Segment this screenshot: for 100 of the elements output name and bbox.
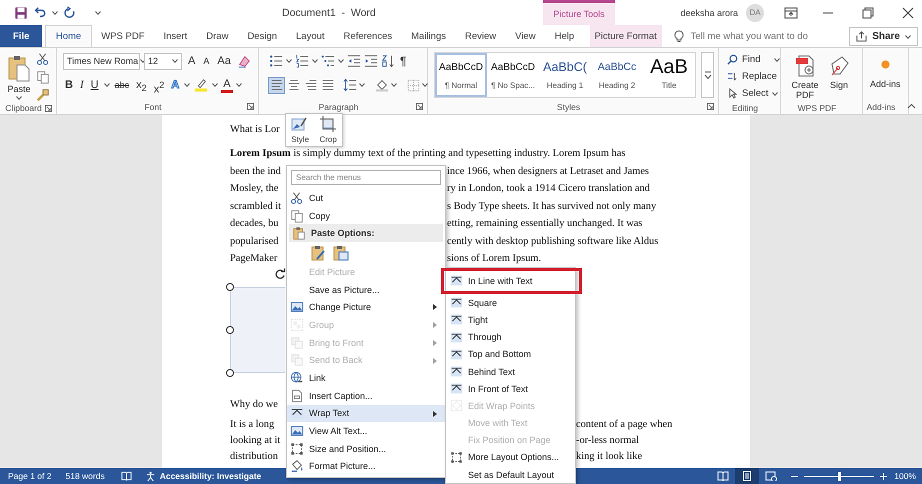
underline-button[interactable]: U <box>88 76 101 94</box>
restore-icon[interactable] <box>862 6 874 18</box>
align-right-icon[interactable] <box>303 78 318 92</box>
paste-picture-icon[interactable] <box>333 244 349 261</box>
grow-font-button[interactable]: A <box>186 52 198 70</box>
ribbon-tab[interactable]: Design <box>238 25 287 47</box>
undo-icon[interactable] <box>33 6 47 20</box>
tell-me-field[interactable]: Tell me what you want to do <box>690 30 808 42</box>
scissors-icon[interactable] <box>36 52 50 66</box>
clear-formatting-icon[interactable] <box>236 54 251 68</box>
search-field[interactable]: Search the menus <box>291 170 441 185</box>
ribbon-tab[interactable]: Picture Format <box>590 25 662 47</box>
sort-icon[interactable] <box>381 54 395 68</box>
collapse-ribbon-icon[interactable] <box>907 103 916 109</box>
select-button[interactable]: Select <box>727 86 780 101</box>
menu-item[interactable]: In Line with Text <box>446 272 575 290</box>
menu-item[interactable]: Top and Bottom <box>446 346 575 363</box>
menu-item[interactable]: Format Picture... <box>287 458 445 476</box>
italic-button[interactable]: I <box>78 76 86 94</box>
caret-icon[interactable] <box>359 83 365 87</box>
ribbon-display-icon[interactable] <box>784 6 798 18</box>
show-formatting-button[interactable]: ¶ <box>398 52 408 70</box>
shading-icon[interactable] <box>375 78 389 92</box>
menu-item[interactable]: View Alt Text... <box>287 422 445 440</box>
rotate-handle-icon[interactable] <box>274 268 286 280</box>
menu-item[interactable]: More Layout Options... <box>446 448 575 466</box>
style-gallery-item[interactable]: AaBbCcD ¶ Normal <box>435 53 487 97</box>
resize-handle[interactable] <box>226 282 234 290</box>
align-center-icon[interactable] <box>286 78 301 92</box>
style-gallery-item[interactable]: AaBbC( Heading 1 <box>539 53 591 97</box>
menu-item[interactable]: Change Picture <box>287 298 445 316</box>
bullets-icon[interactable] <box>269 54 283 68</box>
menu-item[interactable]: Wrap Text <box>287 404 445 422</box>
ribbon-tab[interactable]: Home <box>45 25 92 47</box>
ribbon-tab[interactable]: View <box>506 25 546 47</box>
subscript-button[interactable]: x$_{2}$ <box>134 76 149 94</box>
menu-item[interactable]: Tight <box>446 311 575 329</box>
style-gallery-item[interactable]: AaBbCcD ¶ No Spac... <box>487 53 539 97</box>
font-size-field[interactable]: 12 <box>144 52 182 70</box>
menu-item[interactable]: Save as Picture... <box>287 280 445 298</box>
crop-button[interactable]: Crop <box>319 116 337 144</box>
word-count[interactable]: 518 words <box>65 471 105 481</box>
font-color-button[interactable]: A <box>221 77 233 93</box>
menu-item[interactable]: Size and Position... <box>287 440 445 458</box>
lightbulb-icon[interactable] <box>674 30 684 42</box>
paste-button[interactable]: Paste <box>4 52 34 102</box>
menu-item[interactable]: Through <box>446 328 575 346</box>
slider-thumb[interactable] <box>838 472 841 480</box>
caret-icon[interactable] <box>236 83 242 87</box>
menu-item[interactable]: In Front of Text <box>446 380 575 398</box>
caret-icon[interactable] <box>338 59 344 63</box>
superscript-button[interactable]: x$^{2}$ <box>152 76 166 94</box>
menu-item[interactable]: Link <box>287 369 445 387</box>
close-icon[interactable] <box>902 6 914 18</box>
page-count[interactable]: Page 1 of 2 <box>8 471 52 481</box>
zoom-level[interactable]: 100% <box>894 471 922 481</box>
change-case-button[interactable]: Aa <box>215 52 233 70</box>
redo-icon[interactable] <box>63 6 77 20</box>
justify-icon[interactable] <box>320 78 335 92</box>
ribbon-tab[interactable]: References <box>334 25 402 47</box>
zoom-in-icon[interactable] <box>880 472 888 480</box>
dialog-launcher-icon[interactable] <box>45 105 52 112</box>
ribbon-tab[interactable]: Layout <box>286 25 334 47</box>
gallery-more-button[interactable] <box>701 52 714 98</box>
dialog-launcher-icon[interactable] <box>707 103 714 110</box>
ribbon-tab[interactable]: Review <box>456 25 506 47</box>
style-gallery-item[interactable]: AaB Title <box>643 53 695 97</box>
highlighter-icon[interactable] <box>193 78 210 92</box>
style-gallery-item[interactable]: AaBbCc Heading 2 <box>591 53 643 97</box>
dialog-launcher-icon[interactable] <box>247 103 254 110</box>
menu-item[interactable]: Cut <box>287 189 445 207</box>
multilevel-list-icon[interactable] <box>321 54 335 68</box>
menu-item[interactable]: Square <box>446 294 575 312</box>
resize-handle[interactable] <box>226 368 234 376</box>
align-left-icon[interactable] <box>269 78 284 92</box>
caret-icon[interactable] <box>391 83 397 87</box>
caret-icon[interactable] <box>422 83 428 87</box>
caret-icon[interactable] <box>52 10 58 14</box>
caret-icon[interactable] <box>212 83 218 87</box>
style-button[interactable]: Style <box>291 116 310 144</box>
ribbon-tab[interactable]: WPS PDF <box>92 25 154 47</box>
add-ins-button[interactable]: Add-ins <box>867 52 904 100</box>
book-icon[interactable] <box>120 471 132 481</box>
find-button[interactable]: Find <box>727 52 780 67</box>
menu-item[interactable]: Insert Caption... <box>287 386 445 405</box>
save-icon[interactable] <box>14 6 28 20</box>
ribbon-tab[interactable]: Insert <box>154 25 197 47</box>
ribbon-tab[interactable]: Help <box>545 25 584 47</box>
numbering-icon[interactable] <box>295 54 309 68</box>
menu-item[interactable]: Behind Text <box>446 362 575 380</box>
caret-icon[interactable] <box>95 10 101 14</box>
dialog-launcher-icon[interactable] <box>416 103 423 110</box>
replace-button[interactable]: Replace <box>727 69 780 84</box>
ribbon-tab[interactable]: Mailings <box>402 25 456 47</box>
copy-icon[interactable] <box>36 70 50 84</box>
format-painter-icon[interactable] <box>36 88 50 102</box>
accessibility-status[interactable]: Accessibility: Investigate <box>160 471 262 481</box>
bold-button[interactable]: B <box>63 76 75 94</box>
line-spacing-icon[interactable] <box>343 78 357 92</box>
menu-item[interactable]: Set as Default Layout <box>446 466 575 484</box>
